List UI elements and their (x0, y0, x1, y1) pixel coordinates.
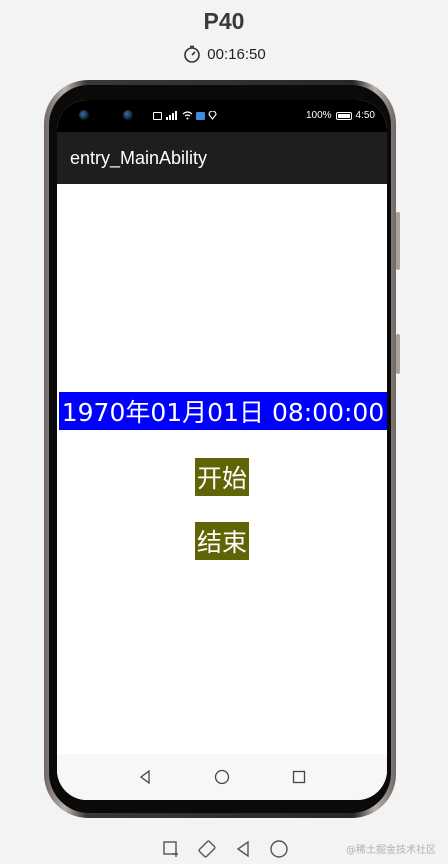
home-icon[interactable] (210, 765, 234, 789)
main-content: 1970年01月01日 08:00:00 开始 结束 (57, 184, 387, 770)
simulator-toolbar (160, 838, 290, 860)
battery-icon (335, 111, 352, 120)
hd-icon (153, 111, 162, 120)
watermark: @稀土掘金技术社区 (346, 845, 436, 856)
navigation-bar (57, 754, 387, 800)
stopwatch-icon (184, 45, 201, 63)
back-icon[interactable] (133, 765, 157, 789)
app-title: entry_MainAbility (70, 147, 208, 168)
status-icons-left (153, 111, 217, 120)
signal-icon (166, 111, 177, 120)
session-timer: 00:16:50 (0, 44, 448, 64)
status-icons-right: 100% 4:50 (306, 110, 375, 121)
recents-icon[interactable] (287, 765, 311, 789)
device-name: P40 (203, 8, 245, 34)
volume-button[interactable] (396, 212, 400, 270)
front-camera-icon (79, 110, 89, 120)
time-display: 1970年01月01日 08:00:00 (59, 392, 387, 430)
location-icon (208, 111, 217, 120)
phone-screen: 100% 4:50 entry_MainAbility 1970年01月01日 … (57, 100, 387, 800)
back-icon[interactable] (232, 838, 254, 860)
front-camera-icon (123, 110, 133, 120)
app-notification-icon (196, 111, 205, 120)
rotate-icon[interactable] (196, 838, 218, 860)
battery-percent: 100% (305, 110, 332, 121)
timer-value: 00:16:50 (207, 45, 266, 63)
home-icon[interactable] (268, 838, 290, 860)
end-button[interactable]: 结束 (195, 522, 249, 560)
start-button[interactable]: 开始 (195, 458, 249, 496)
screenshot-icon[interactable] (160, 838, 182, 860)
status-bar: 100% 4:50 (57, 100, 387, 132)
clock: 4:50 (355, 110, 375, 121)
app-title-bar: entry_MainAbility (57, 132, 387, 184)
power-button[interactable] (396, 334, 400, 374)
wifi-icon (182, 111, 193, 120)
simulator-window: P40 00:16:50 100% 4:50 entry_MainAbility… (0, 0, 448, 864)
